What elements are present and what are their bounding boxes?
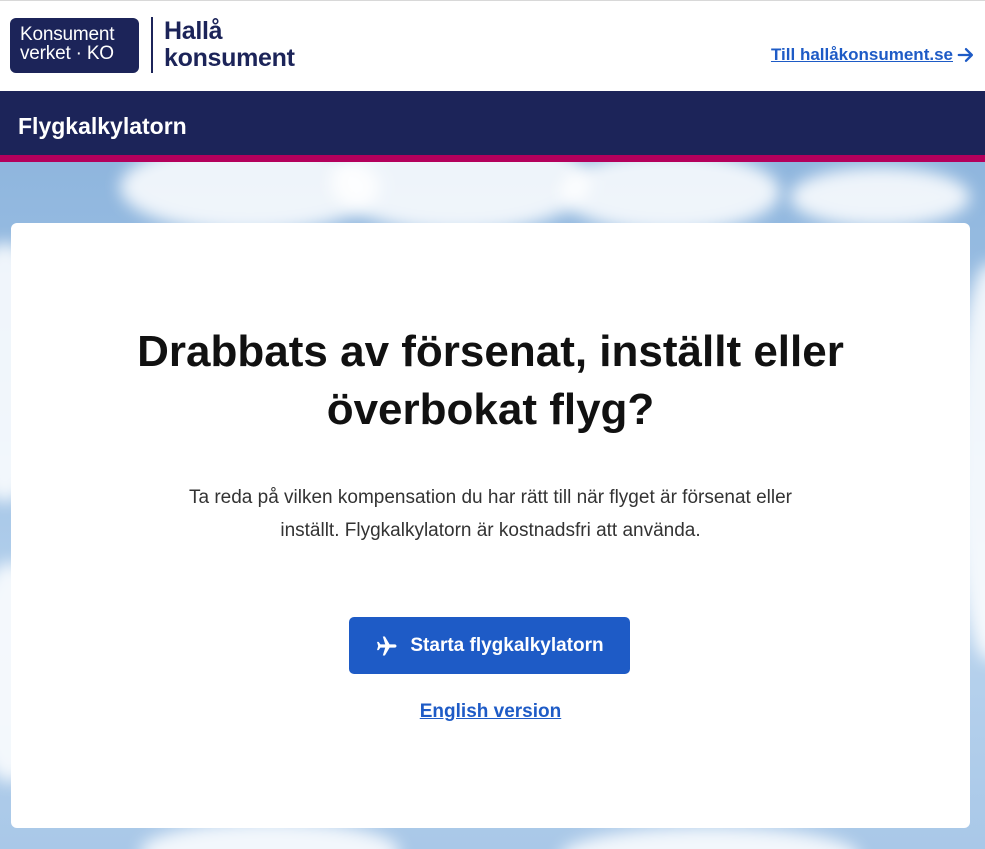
page-headline: Drabbats av försenat, inställt eller öve… xyxy=(11,323,970,439)
cloud xyxy=(790,167,970,227)
intro-card: Drabbats av försenat, inställt eller öve… xyxy=(11,223,970,828)
cloud xyxy=(330,162,590,232)
nav-accent-stripe xyxy=(0,155,985,162)
nav-bar: Flygkalkylatorn xyxy=(0,91,985,155)
logo-kv-line2: verket · KO xyxy=(20,43,114,64)
logo-halla-line2: konsument xyxy=(164,44,295,72)
logo-divider xyxy=(151,17,153,73)
intro-text: Ta reda på vilken kompensation du har rä… xyxy=(11,481,970,547)
intro-line2: inställt. Flygkalkylatorn är kostnadsfri… xyxy=(280,520,701,541)
nav-title: Flygkalkylatorn xyxy=(18,113,187,139)
halla-konsument-link[interactable]: Till hallåkonsument.se xyxy=(771,45,975,65)
headline-line1: Drabbats av försenat, inställt eller xyxy=(137,327,844,376)
logo-kv-line1: Konsument xyxy=(20,24,115,45)
halla-konsument-link-label: Till hallåkonsument.se xyxy=(770,45,953,64)
english-version-link[interactable]: English version xyxy=(11,701,970,723)
start-calculator-button[interactable]: Starta flygkalkylatorn xyxy=(349,617,630,674)
airplane-icon xyxy=(377,636,397,655)
intro-line1: Ta reda på vilken kompensation du har rä… xyxy=(188,487,793,508)
arrow-right-icon xyxy=(957,47,974,63)
headline-line2: överbokat flyg? xyxy=(326,385,655,434)
site-header: Konsument verket · KO Hallå konsument Ti… xyxy=(0,0,985,91)
konsumentverket-logo[interactable]: Konsument verket · KO xyxy=(10,18,139,73)
cloud xyxy=(560,827,860,849)
logo-halla-line1: Hallå xyxy=(164,17,223,45)
cloud xyxy=(560,162,780,232)
halla-konsument-logo[interactable]: Hallå konsument xyxy=(164,18,295,72)
start-button-label: Starta flygkalkylatorn xyxy=(410,634,604,656)
